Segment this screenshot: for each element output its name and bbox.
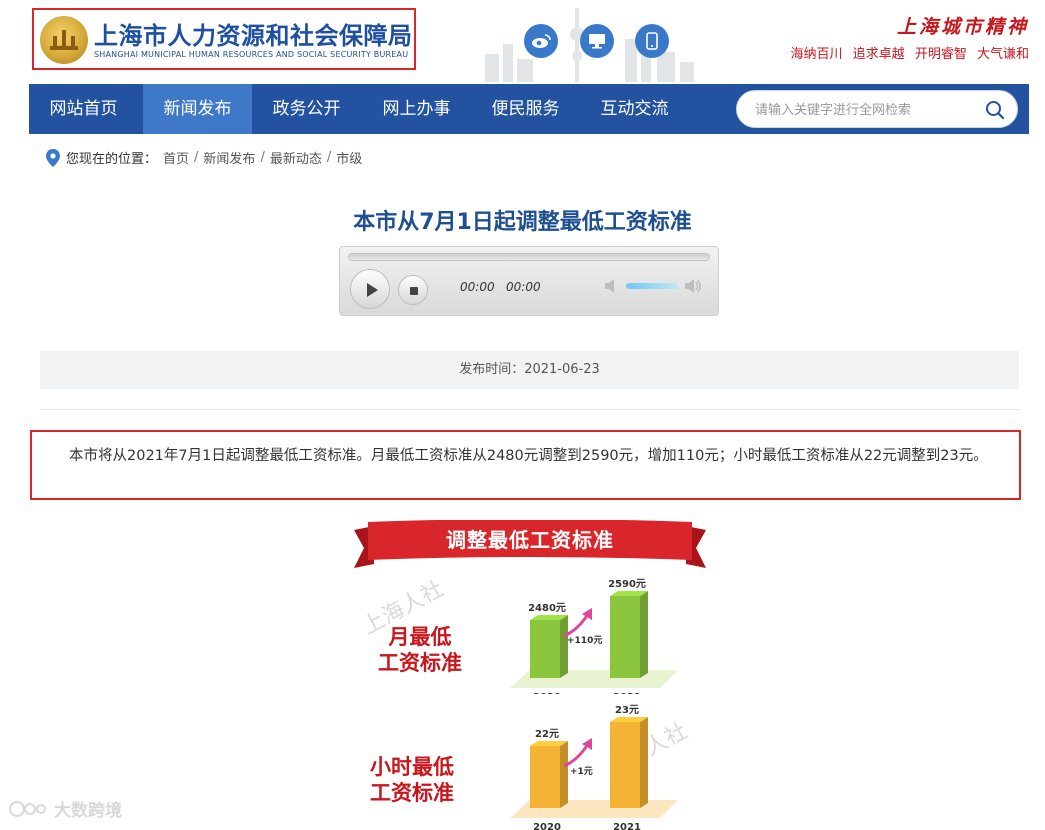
watermark-logo-icon xyxy=(9,800,46,817)
spirit-word: 开明睿智 xyxy=(914,47,967,62)
bar-value-label: 2590元 xyxy=(608,578,646,590)
hourly-bar-chart: 22元 2020 23元 2021 xyxy=(510,704,678,830)
year-tick-label: 2020 xyxy=(533,822,561,830)
publish-time: 发布时间：2021-06-23 xyxy=(40,351,1019,389)
article-title: 本市从7月1日起调整最低工资标准 xyxy=(353,210,692,235)
mute-icon[interactable] xyxy=(604,278,622,294)
breadcrumb-label: 您现在的位置： xyxy=(66,152,158,167)
nav-item-home[interactable]: 网站首页 xyxy=(29,84,138,134)
logo-chinese-name: 上海市人力资源和社会保障局 xyxy=(94,22,413,50)
bar-side-2021 xyxy=(640,591,648,678)
city-spirit: 上海城市精神 海纳百川 追求卓越 开明睿智 大气谦和 xyxy=(785,12,1029,62)
site-header: 上海市人力资源和社会保障局 SHANGHAI MUNICIPAL HUMAN R… xyxy=(0,0,1045,84)
search-icon[interactable] xyxy=(985,100,1005,120)
hourly-increase: +1元 xyxy=(570,767,593,777)
divider xyxy=(40,409,1019,410)
breadcrumb-home[interactable]: 首页 xyxy=(163,148,189,167)
bar-2021 xyxy=(610,722,640,808)
spirit-word: 追求卓越 xyxy=(852,47,905,62)
current-time: 00:00 xyxy=(460,280,495,294)
stop-button[interactable] xyxy=(398,275,428,305)
emblem-icon xyxy=(40,16,88,64)
audio-progress-bar[interactable] xyxy=(348,253,710,261)
play-button[interactable] xyxy=(350,269,390,309)
year-tick-label: 2021 xyxy=(613,692,641,694)
logo-english-name: SHANGHAI MUNICIPAL HUMAN RESOURCES AND S… xyxy=(94,50,409,59)
nav-item-news[interactable]: 新闻发布 xyxy=(143,84,252,134)
monthly-label: 月最低 工资标准 xyxy=(378,624,462,676)
monthly-label-line2: 工资标准 xyxy=(378,651,462,675)
duration: 00:00 xyxy=(506,280,541,294)
breadcrumb-news[interactable]: 新闻发布 xyxy=(203,148,255,167)
breadcrumb-separator: / xyxy=(326,150,332,165)
nav-item-government-affairs[interactable]: 政务公开 xyxy=(252,84,361,134)
city-spirit-words: 海纳百川 追求卓越 开明睿智 大气谦和 xyxy=(785,43,1029,62)
bar-value-label: 2480元 xyxy=(528,602,566,614)
hourly-label-line2: 工资标准 xyxy=(370,781,454,805)
infographic: 调整最低工资标准 上海人社 上海人社 月最低 工资标准 2480元2020259… xyxy=(340,514,720,830)
article-body: 本市将从2021年7月1日起调整最低工资标准。月最低工资标准从2480元调整到2… xyxy=(69,448,988,464)
city-spirit-title: 上海城市精神 xyxy=(896,16,1029,38)
hourly-label: 小时最低 工资标准 xyxy=(370,754,454,806)
stop-icon xyxy=(410,287,418,295)
bar-side-2021 xyxy=(640,717,648,808)
nav-item-interaction[interactable]: 互动交流 xyxy=(580,84,689,134)
banner-title: 调整最低工资标准 xyxy=(446,528,614,552)
bar-value-label: 23元 xyxy=(615,704,639,716)
spirit-word: 海纳百川 xyxy=(790,47,843,62)
audio-player: 00:00 00:00 xyxy=(339,246,719,316)
search-input[interactable] xyxy=(755,100,975,120)
desktop-icon[interactable] xyxy=(580,24,614,58)
bar-side-2020 xyxy=(560,615,568,678)
corner-watermark: 大数跨境 xyxy=(8,796,122,821)
corner-watermark-text: 大数跨境 xyxy=(54,801,122,821)
spirit-word: 大气谦和 xyxy=(976,47,1029,62)
year-tick-label: 2021 xyxy=(613,822,641,830)
volume-max-icon[interactable] xyxy=(684,278,702,294)
breadcrumb-city-level[interactable]: 市级 xyxy=(336,148,362,167)
article-body-highlight: 本市将从2021年7月1日起调整最低工资标准。月最低工资标准从2480元调整到2… xyxy=(30,430,1021,500)
breadcrumb-separator: / xyxy=(194,150,199,165)
nav-item-public-services[interactable]: 便民服务 xyxy=(471,84,580,134)
breadcrumb-latest[interactable]: 最新动态 xyxy=(270,148,322,167)
monthly-increase: +110元 xyxy=(567,636,603,646)
bar-2020 xyxy=(530,620,560,678)
bar-value-label: 22元 xyxy=(535,728,559,740)
hourly-label-line1: 小时最低 xyxy=(370,755,454,779)
bar-2020 xyxy=(530,746,560,808)
main-nav: 网站首页 新闻发布 政务公开 网上办事 便民服务 互动交流 xyxy=(29,84,1029,134)
bar-2021 xyxy=(610,596,640,678)
year-tick-label: 2020 xyxy=(533,692,561,694)
nav-item-online-services[interactable]: 网上办事 xyxy=(362,84,471,134)
search-box xyxy=(736,90,1018,128)
location-pin-icon xyxy=(46,148,60,167)
breadcrumb: 您现在的位置： 首页 / 新闻发布 / 最新动态 / 市级 xyxy=(46,148,362,167)
bar-side-2020 xyxy=(560,741,568,808)
mobile-icon[interactable] xyxy=(635,24,669,58)
breadcrumb-separator: / xyxy=(260,150,265,165)
site-logo[interactable]: 上海市人力资源和社会保障局 SHANGHAI MUNICIPAL HUMAN R… xyxy=(32,8,416,70)
play-icon xyxy=(367,283,378,297)
weibo-icon[interactable] xyxy=(524,24,558,58)
monthly-label-line1: 月最低 xyxy=(388,625,452,649)
volume-slider[interactable] xyxy=(626,283,678,289)
